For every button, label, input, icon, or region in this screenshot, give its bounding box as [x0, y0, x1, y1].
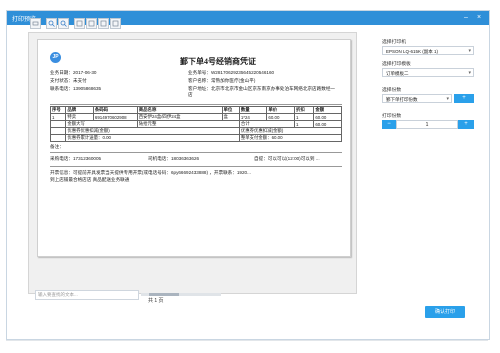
column-header: 条码码 [92, 106, 138, 114]
info-customer: 客户名称：常熟加你医疗(金山平) [188, 78, 256, 83]
page-bar: 输入要查找的文本... [29, 288, 356, 302]
table-cell: 西安伊24盒/四伊24盒 [136, 113, 223, 121]
table-row: 金额大写 陆拾元整 合计 1 60.00 [49, 120, 342, 128]
template-select[interactable]: 订单模板二 ▾ [382, 68, 474, 77]
column-header: 金额 [313, 106, 342, 114]
table-cell: 整单支付金额：60.00 [238, 134, 343, 142]
items-table: 序号 品牌 条码码 商品名称 单位 数量 单价 折扣 金额 1 特卖 69149… [49, 106, 343, 142]
template-label: 选择打印模板 [382, 62, 411, 67]
preview-area: JP 鄞下单4号经销商凭证 业务日期：2017-06-30 业务单号：W2817… [28, 32, 357, 300]
table-cell: 6914970602908 [92, 113, 138, 121]
remark: 备注： [50, 144, 64, 149]
column-header: 商品名称 [136, 106, 223, 114]
table-cell: 1 [293, 113, 315, 121]
table-cell: 1*24 [238, 113, 268, 121]
increment-button[interactable]: + [458, 120, 474, 129]
column-header: 品牌 [65, 106, 94, 114]
printer-value: EPSON LQ-615K (副本 1) [386, 49, 439, 54]
zoom-out-icon[interactable] [58, 18, 69, 29]
column-header: 序号 [49, 106, 67, 114]
table-cell: 盒 [221, 113, 240, 121]
close-button[interactable]: × [475, 13, 483, 22]
table-cell: 优惠券累计送量：0.00 [65, 134, 240, 142]
decrement-button[interactable]: − [382, 120, 396, 129]
print-button[interactable]: 确认打印 [425, 306, 465, 318]
table-cell: 金额大写 [65, 120, 138, 128]
scrollbar-thumb[interactable] [149, 293, 179, 296]
info-date: 业务日期：2017-06-30 [50, 70, 97, 75]
page-last-icon[interactable] [110, 18, 121, 29]
table-cell: 特卖 [65, 113, 94, 121]
table-cell: 合计 [238, 120, 295, 128]
search-text-input[interactable]: 输入要查找的文本... [35, 290, 139, 300]
table-cell: 优惠券优惠扣减(金额) [65, 127, 240, 135]
chevron-down-icon: ▾ [468, 48, 471, 54]
document-title: 鄞下单4号经销商凭证 [180, 57, 256, 66]
table-cell: 陆拾元整 [136, 120, 240, 128]
table-row: 优惠券累计送量：0.00 整单支付金额：60.00 [49, 134, 343, 142]
chevron-down-icon: ▾ [468, 70, 471, 76]
footer-store: 到上店铺最合格店店 真品配送业务联通 [50, 177, 130, 182]
table-cell [49, 134, 67, 142]
minimize-button[interactable]: – [462, 13, 470, 22]
add-copies-button[interactable]: + [454, 94, 474, 103]
divider [50, 104, 342, 105]
template-value: 订单模板二 [386, 71, 409, 76]
bottom-divider [6, 340, 488, 341]
column-header: 折扣 [293, 106, 315, 114]
table-row: 1 特卖 6914970602908 西安伊24盒/四伊24盒 盒 1*24 6… [49, 113, 342, 121]
info-address: 客户地址：北京市北京市金山区京东南京办事处泊车网络北京店路数经一店 [188, 86, 336, 97]
table-cell: 60.00 [313, 113, 342, 121]
footer-pickup: 自提：可以可以(12:00)可以到 ... [254, 156, 320, 161]
info-pay-status: 支付状态：未支付 [50, 78, 87, 83]
table-row: 优惠券优惠扣减(金额) 优惠券优惠扣减(金额) [49, 127, 343, 135]
info-order-no: 业务单号：W2817062923564522054616​0 [188, 70, 275, 75]
zoom-in-icon[interactable] [46, 18, 57, 29]
count-label: 打印份数 [382, 114, 402, 119]
footer-invoice: 开票信息：可提前开具发票当天提供专用开票(或电话号码：6py6669243388… [50, 170, 251, 175]
copies-value: 鄞下单打印份数 [386, 97, 418, 102]
footer-driver-phone: 司机电话：18036363626 [148, 156, 200, 161]
table-cell [49, 127, 67, 135]
divider [50, 152, 342, 153]
info-phone: 联系电话：13905868635 [50, 86, 102, 91]
count-input[interactable]: 1 [396, 120, 458, 129]
print-icon[interactable] [30, 18, 41, 29]
table-cell: 1 [293, 120, 315, 128]
divider [50, 166, 342, 167]
table-header-row: 序号 品牌 条码码 商品名称 单位 数量 单价 折扣 金额 [49, 106, 342, 114]
chevron-down-icon: ▾ [446, 96, 449, 102]
printer-label: 选择打印机 [382, 40, 406, 45]
page-next-icon[interactable] [98, 18, 109, 29]
footer-purchase-phone: 采购电话：17312360005 [50, 156, 102, 161]
column-header: 单位 [221, 106, 240, 114]
page-first-icon[interactable] [74, 18, 85, 29]
company-logo: JP [50, 52, 61, 63]
table-cell: 60.00 [313, 120, 342, 128]
page-count: 共 1 页 [148, 298, 164, 304]
table-cell: 60.00 [266, 113, 295, 121]
table-cell: 1 [49, 113, 67, 121]
column-header: 单价 [266, 106, 295, 114]
copies-select[interactable]: 鄞下单打印份数 ▾ [382, 94, 452, 103]
column-header: 数量 [238, 106, 268, 114]
copies-label: 选择份数 [382, 88, 402, 93]
table-cell: 优惠券优惠扣减(金额) [238, 127, 343, 135]
table-cell [49, 120, 67, 128]
printer-select[interactable]: EPSON LQ-615K (副本 1) ▾ [382, 46, 474, 55]
page-prev-icon[interactable] [86, 18, 97, 29]
document-page: JP 鄞下单4号经销商凭证 业务日期：2017-06-30 业务单号：W2817… [37, 39, 351, 257]
